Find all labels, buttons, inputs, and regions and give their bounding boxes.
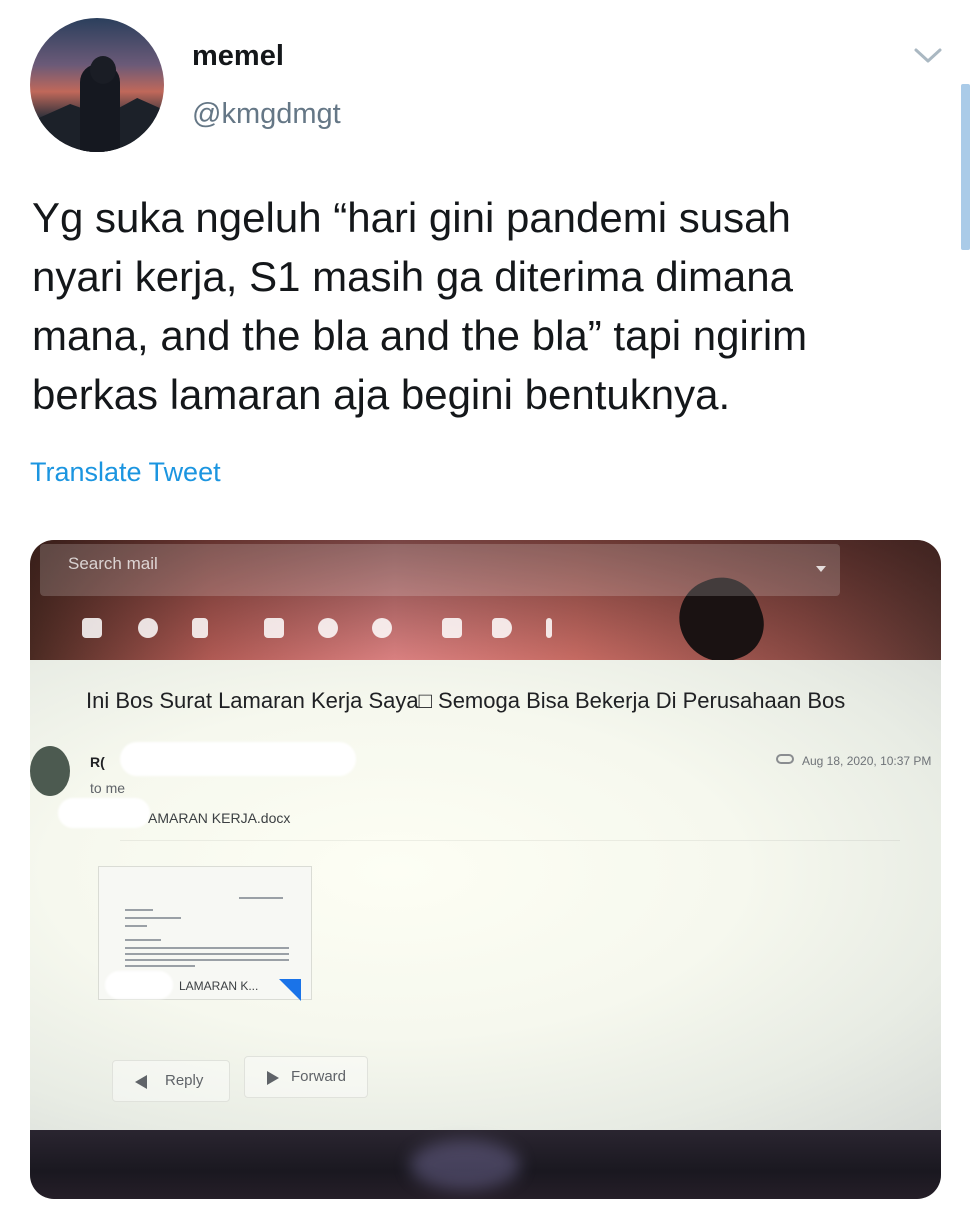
attachment-filename: AMARAN KERJA.docx xyxy=(148,810,291,826)
reply-label: Reply xyxy=(165,1072,204,1089)
bezel-reflection xyxy=(410,1140,520,1190)
reply-icon xyxy=(135,1075,147,1089)
reply-button: Reply xyxy=(112,1060,230,1102)
snooze-icon xyxy=(318,618,338,638)
spam-icon xyxy=(138,618,158,638)
doc-line xyxy=(125,947,289,949)
chevron-down-icon[interactable] xyxy=(911,42,945,68)
sender-redaction xyxy=(120,742,356,776)
add-task-icon xyxy=(372,618,392,638)
more-icon xyxy=(546,618,552,638)
search-placeholder: Search mail xyxy=(68,554,158,573)
monitor-bezel xyxy=(30,1130,941,1199)
search-options-caret-icon xyxy=(816,566,826,572)
scrollbar-thumb[interactable] xyxy=(961,84,970,250)
sender-name: R( xyxy=(90,754,105,770)
forward-icon xyxy=(267,1071,279,1085)
gmail-search-bar: Search mail xyxy=(40,544,840,596)
author-handle[interactable]: @kmgdmgt xyxy=(192,98,341,131)
forward-button: Forward xyxy=(244,1056,368,1098)
doc-line xyxy=(125,965,195,967)
label-icon xyxy=(492,618,512,638)
avatar-person-head xyxy=(90,56,116,84)
author-display-name[interactable]: memel xyxy=(192,40,284,73)
mark-unread-icon xyxy=(264,618,284,638)
archive-icon xyxy=(82,618,102,638)
doc-line xyxy=(239,897,283,899)
docx-file-icon xyxy=(279,979,301,1001)
divider xyxy=(120,840,900,841)
delete-icon xyxy=(192,618,208,638)
doc-line xyxy=(125,925,147,927)
sender-avatar xyxy=(30,746,70,796)
translate-tweet-link[interactable]: Translate Tweet xyxy=(30,457,221,488)
doc-line xyxy=(125,917,181,919)
tweet-text: Yg suka ngeluh “hari gini pandemi susah … xyxy=(32,194,808,418)
attachment-clip-icon xyxy=(776,754,794,764)
tweet-photo[interactable]: Search mail Ini Bos Surat Lamaran Kerja … xyxy=(30,540,941,1199)
forward-label: Forward xyxy=(291,1068,347,1085)
doc-line xyxy=(125,909,153,911)
author-avatar[interactable] xyxy=(30,18,164,152)
doc-line xyxy=(125,953,289,955)
gmail-message-view: Ini Bos Surat Lamaran Kerja Saya□ Semoga… xyxy=(30,660,941,1130)
recipient-to-me: to me xyxy=(90,780,126,796)
attachment-name-redaction xyxy=(58,798,150,828)
email-date: Aug 18, 2020, 10:37 PM xyxy=(802,754,932,768)
attachment-preview: LAMARAN K... xyxy=(98,866,312,1001)
attachment-label: LAMARAN K... xyxy=(179,979,259,993)
doc-line xyxy=(125,959,289,961)
email-subject: Ini Bos Surat Lamaran Kerja Saya□ Semoga… xyxy=(86,688,846,713)
attachment-label-redaction xyxy=(105,971,173,999)
move-to-icon xyxy=(442,618,462,638)
doc-line xyxy=(125,939,161,941)
